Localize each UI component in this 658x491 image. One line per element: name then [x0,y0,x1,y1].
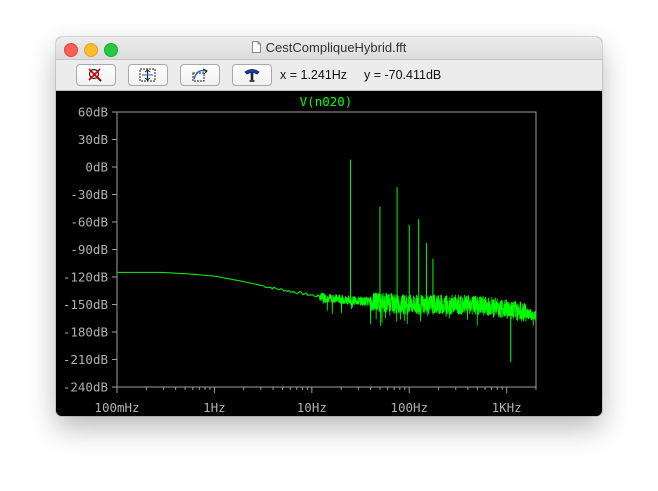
probe-icon [244,69,260,82]
trace-layer [117,159,537,363]
fft-chart[interactable]: V(n020) 60dB 30dB 0dB -30dB -60dB -90dB -120dB… [56,91,602,416]
zoom-cancel-icon [88,68,102,82]
toolbar: x = 1.241Hz y = -70.411dB [56,60,602,91]
window-title-group: CestCompliqueHybrid.fft [56,40,602,55]
axis-frame [116,111,537,388]
y-tick-label: 60dB [78,105,108,120]
spectrum-noise-trace [319,292,537,327]
y-tick-label: -30dB [70,187,108,202]
plot-area[interactable]: V(n020) 60dB 30dB 0dB -30dB -60dB -90dB -120dB… [56,91,602,416]
x-tick-label: 100Hz [390,400,428,415]
zoom-area-button[interactable] [180,64,220,86]
y-tick-label: 0dB [85,160,108,175]
x-tick-label: 1KHz [492,400,522,415]
x-coordinate-readout: x = 1.241Hz [280,68,348,82]
spectrum-trace-low [117,271,320,298]
ticks-layer: 60dB 30dB 0dB -30dB -60dB -90dB -120dB -150dB -1… [63,105,537,415]
zoom-cancel-button[interactable] [76,64,116,86]
title-bar: CestCompliqueHybrid.fft [56,37,602,60]
zoom-fit-button[interactable] [128,64,168,86]
y-coordinate-readout: y = -70.411dB [364,68,442,82]
y-tick-label: -150dB [63,297,108,312]
x-tick-label: 10Hz [297,400,327,415]
zoom-area-icon [192,68,208,82]
chart-title: V(n020) [300,94,353,109]
y-tick-label: -240dB [63,380,108,395]
document-icon [251,41,261,53]
y-tick-label: 30dB [78,132,108,147]
y-tick-label: -180dB [63,325,108,340]
y-tick-label: -60dB [70,215,108,230]
y-tick-label: -120dB [63,270,108,285]
fft-window: CestCompliqueHybrid.fft x = 1.241Hz y = … [56,37,602,416]
x-tick-label: 1Hz [203,400,226,415]
x-tick-label: 100mHz [94,400,139,415]
plot-frame [116,111,537,388]
probe-button[interactable] [232,64,272,86]
zoom-fit-icon [139,68,156,82]
y-tick-label: -210dB [63,352,108,367]
y-tick-label: -90dB [70,242,108,257]
window-title: CestCompliqueHybrid.fft [265,40,407,55]
